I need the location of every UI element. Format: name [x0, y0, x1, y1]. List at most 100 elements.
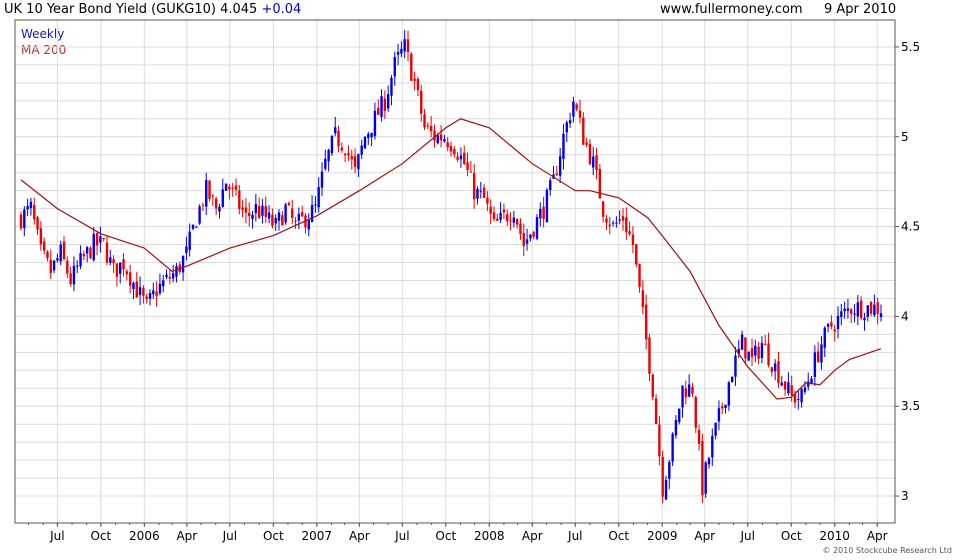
candle-body	[380, 96, 383, 118]
candle-body	[439, 134, 443, 141]
candle-body	[701, 440, 704, 496]
candle-body	[350, 156, 353, 160]
candle-body	[482, 187, 486, 198]
candle-body	[56, 258, 59, 261]
candle-body	[661, 456, 664, 497]
candle-body	[254, 204, 258, 213]
candle-body	[492, 212, 496, 220]
candle-body	[681, 385, 684, 408]
candle-body	[446, 142, 449, 148]
candle-body	[479, 190, 482, 192]
candle-body	[218, 206, 221, 212]
candle-body	[489, 206, 492, 214]
x-tick-label: Oct	[90, 529, 111, 543]
candle-body	[228, 186, 231, 190]
candle-body	[734, 355, 737, 377]
candle-body	[357, 154, 360, 170]
x-tick-label: 2006	[129, 529, 160, 543]
candle-body	[496, 218, 499, 221]
candle-body	[416, 78, 420, 90]
candle-body	[413, 78, 416, 82]
candle-body	[307, 219, 310, 230]
candle-body	[330, 135, 334, 154]
candle-body	[555, 173, 559, 176]
candle-body	[403, 39, 406, 52]
candle-body	[155, 291, 158, 296]
candle-body	[638, 263, 641, 287]
candle-body	[261, 205, 264, 216]
candle-body	[175, 266, 178, 277]
candle-body	[122, 259, 125, 270]
y-axis: 3 3.5 4 4.5 5 5.5	[895, 40, 920, 503]
candle-body	[400, 48, 403, 54]
candle-body	[205, 180, 208, 207]
candle-body	[833, 329, 836, 332]
candle-body	[711, 435, 714, 458]
candle-body	[314, 204, 317, 206]
candle-body	[793, 394, 797, 403]
candle-body	[297, 213, 301, 221]
candle-body	[343, 153, 347, 156]
candle-body	[529, 234, 532, 239]
candle-body	[92, 233, 95, 261]
candle-body	[148, 293, 152, 299]
candle-body	[459, 155, 463, 160]
candle-body	[506, 214, 509, 222]
candle-body	[59, 244, 62, 262]
candle-body	[740, 334, 744, 350]
y-tick-label: 4.5	[901, 220, 920, 234]
candle-body	[790, 385, 793, 396]
candle-body	[800, 389, 803, 403]
copyright-credit: © 2010 Stockcube Research Ltd	[822, 546, 952, 555]
candle-body	[420, 90, 423, 114]
candle-body	[300, 212, 304, 217]
candle-body	[49, 259, 52, 274]
candle-body	[19, 214, 23, 229]
candle-body	[152, 290, 155, 295]
candle-body	[641, 290, 645, 308]
candle-body	[684, 388, 688, 398]
candle-body	[224, 183, 228, 191]
candle-body	[664, 479, 668, 500]
candle-body	[671, 433, 674, 462]
candle-body	[568, 120, 572, 124]
candle-body	[271, 214, 274, 226]
candle-body	[310, 204, 314, 222]
candle-body	[72, 265, 76, 285]
candle-body	[234, 185, 238, 190]
candle-body	[198, 206, 201, 224]
candle-body	[578, 110, 582, 118]
candle-body	[727, 382, 731, 406]
candle-body	[26, 206, 29, 210]
candle-body	[853, 313, 856, 315]
candle-body	[396, 52, 400, 55]
candle-body	[588, 143, 592, 165]
candle-body	[615, 222, 618, 224]
candle-body	[466, 162, 469, 171]
candle-body	[605, 218, 608, 223]
candle-body	[512, 217, 516, 223]
x-tick-label: Apr	[522, 529, 543, 543]
candle-body	[453, 149, 456, 155]
candle-body	[191, 224, 195, 229]
candle-body	[112, 259, 115, 264]
candle-body	[509, 220, 512, 222]
candle-body	[648, 337, 651, 374]
candle-body	[52, 260, 56, 271]
candle-body	[171, 273, 175, 279]
candle-body	[251, 214, 254, 219]
candle-body	[820, 344, 823, 363]
candle-body	[595, 155, 598, 171]
candle-body	[773, 363, 777, 372]
candle-body	[390, 77, 393, 96]
candle-body	[281, 215, 284, 226]
candle-body	[463, 152, 466, 164]
candle-body	[125, 271, 129, 275]
candle-body	[730, 377, 734, 383]
x-tick-label: Apr	[694, 529, 715, 543]
candle-body	[158, 283, 162, 294]
candle-body	[69, 273, 72, 285]
y-tick-label: 3	[901, 489, 909, 503]
candle-body	[631, 234, 635, 245]
candle-body	[644, 304, 648, 340]
